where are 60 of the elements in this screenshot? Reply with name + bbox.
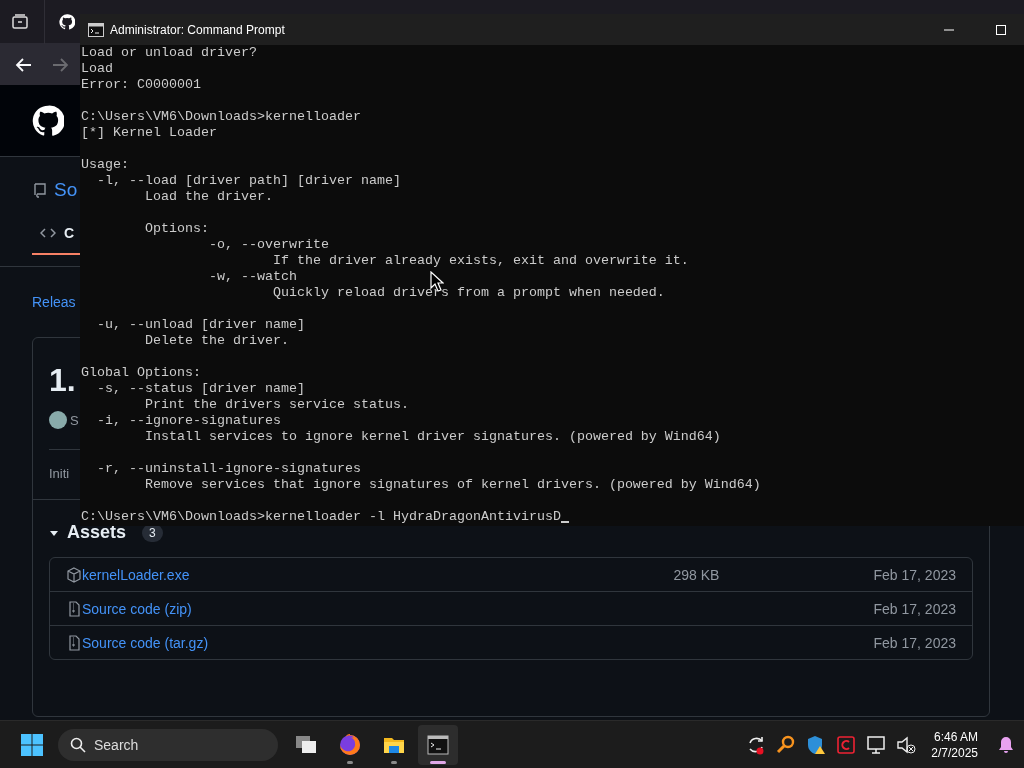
release-notes: Initi bbox=[49, 466, 70, 481]
text-cursor bbox=[560, 521, 569, 523]
taskbar-search-field[interactable]: Search bbox=[58, 728, 278, 761]
package-icon bbox=[66, 566, 82, 583]
console-line: Install services to ignore kernel driver signatures. (powered by Wind64) bbox=[144, 429, 721, 445]
console-line: Usage: bbox=[81, 157, 129, 173]
console-line: Options: bbox=[144, 221, 209, 237]
clock-time[interactable]: 6:46 AM bbox=[933, 728, 978, 745]
console-line: -l, --load [driver path] [driver name] bbox=[96, 173, 401, 189]
console-line: -u, --unload [driver name] bbox=[96, 317, 305, 333]
search-icon bbox=[70, 736, 86, 753]
console-line: Global Options: bbox=[81, 365, 201, 381]
github-logo[interactable] bbox=[32, 104, 64, 137]
repo-icon bbox=[32, 182, 48, 198]
file-size: 298 KB bbox=[673, 566, 721, 583]
console-app-icon bbox=[88, 22, 104, 37]
author-name[interactable]: S bbox=[70, 412, 79, 428]
asset-date: Feb 17, 2023 bbox=[873, 600, 956, 617]
console-line: -w, --watch bbox=[207, 269, 297, 285]
firefox-icon bbox=[338, 732, 362, 757]
console-line: -r, --uninstall-ignore-signatures bbox=[96, 461, 361, 477]
console-line: If the driver already exists, exit and overwrite it. bbox=[271, 253, 689, 269]
avatar-icon bbox=[49, 411, 67, 429]
windows-logo-icon bbox=[20, 732, 44, 757]
window-title: Administrator: Command Prompt bbox=[110, 22, 286, 37]
asset-link[interactable]: kernelLoader.exe bbox=[82, 566, 674, 583]
asset-date: Feb 17, 2023 bbox=[873, 566, 956, 583]
asset-date: Feb 17, 2023 bbox=[873, 634, 956, 651]
console-line: Remove services that ignore signatures of kernel drivers. (powered by Wind64) bbox=[144, 477, 761, 493]
network-icon[interactable] bbox=[865, 733, 888, 756]
console-line: [*] Kernel Loader bbox=[81, 125, 217, 141]
console-line: Print the drivers service status. bbox=[144, 397, 409, 413]
console-line: Load the driver. bbox=[144, 189, 273, 205]
taskbar-app-button[interactable] bbox=[418, 724, 458, 765]
shield-warning-icon[interactable] bbox=[805, 733, 828, 756]
console-line: Load bbox=[81, 61, 113, 77]
console-line: C:\Users\VM6\Downloads>kernelloader bbox=[81, 109, 361, 125]
console-line: Load or unload driver? bbox=[81, 45, 257, 61]
zip-file-icon bbox=[66, 634, 82, 651]
console-line: -o, --overwrite bbox=[207, 237, 329, 253]
console-line: Error: C0000001 bbox=[81, 77, 201, 93]
asset-link[interactable]: Source code (tar.gz) bbox=[82, 634, 674, 651]
clock-date[interactable]: 2/7/2025 bbox=[931, 744, 978, 761]
assets-heading: Assets bbox=[67, 522, 127, 543]
tab-list-icon[interactable] bbox=[10, 11, 30, 32]
asset-link[interactable]: Source code (zip) bbox=[82, 600, 674, 617]
notification-bell-icon[interactable] bbox=[996, 734, 1016, 755]
github-tab-icon[interactable] bbox=[59, 13, 75, 30]
releases-link[interactable]: Releas bbox=[32, 294, 76, 310]
app-tray-icon[interactable] bbox=[835, 733, 858, 756]
repo-name-link[interactable]: So bbox=[54, 179, 78, 201]
console-line: Delete the driver. bbox=[144, 333, 289, 349]
console-line: Quickly reload drivers from a prompt when needed. bbox=[271, 285, 665, 301]
release-version: 1. bbox=[49, 362, 76, 399]
zip-file-icon bbox=[66, 600, 82, 617]
console-line: -i, --ignore-signatures bbox=[96, 413, 281, 429]
console-input[interactable]: C:\Users\VM6\Downloads>kernelloader -l HydraDragonAntivirusD bbox=[81, 509, 561, 525]
maximize-icon bbox=[996, 24, 1006, 35]
console-line: -s, --status [driver name] bbox=[96, 381, 305, 397]
terminal-icon bbox=[426, 732, 450, 757]
